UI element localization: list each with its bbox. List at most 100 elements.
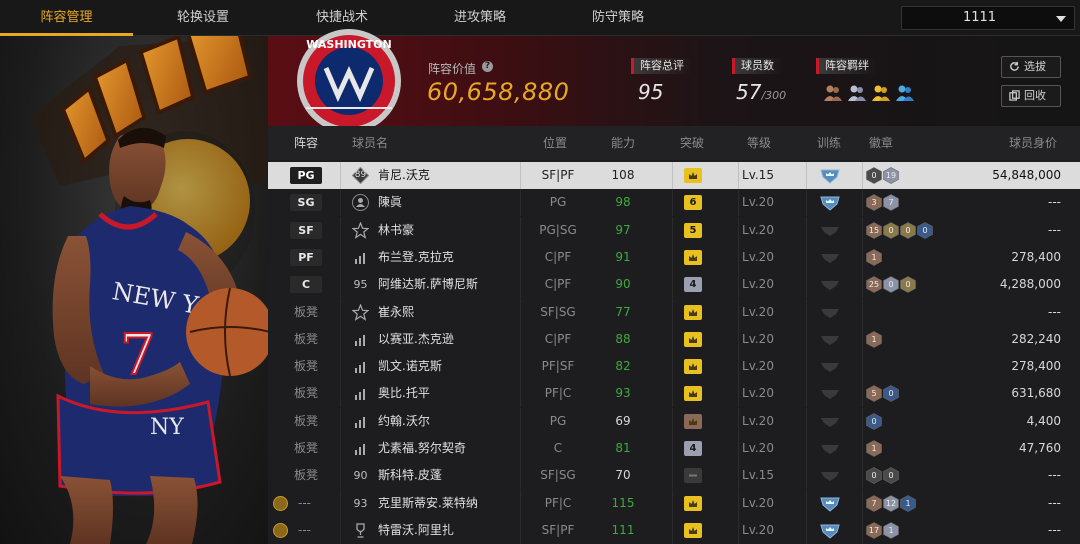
training-inactive-icon[interactable] <box>819 222 841 239</box>
badge-blue-icon[interactable]: 1 <box>900 494 916 512</box>
training-active-icon[interactable] <box>819 495 841 512</box>
badge-bronze-icon[interactable]: 5 <box>866 385 882 403</box>
training-inactive-icon[interactable] <box>819 385 841 402</box>
badge-silver-icon[interactable]: 12 <box>883 494 899 512</box>
column-divider <box>862 243 863 271</box>
column-lineup[interactable]: 阵容 <box>294 126 318 160</box>
table-row[interactable]: --- 93 克里斯蒂安.莱特纳 PF|C 115 Lv.20 7 12 1 --- <box>268 489 1080 517</box>
shield-glyph <box>821 281 839 291</box>
bond-gold-icon[interactable] <box>871 84 891 102</box>
breakthrough-icon <box>684 331 702 347</box>
scout-button[interactable]: 选拔 <box>1001 56 1061 78</box>
table-row[interactable]: 板凳 90 斯科特.皮蓬 SF|SG 70 Lv.15 0 0 --- <box>268 462 1080 490</box>
shield-glyph <box>821 253 839 263</box>
training-inactive-icon[interactable] <box>819 467 841 484</box>
table-row[interactable]: 板凳 约翰.沃尔 PG 69 Lv.20 0 4,400 <box>268 407 1080 435</box>
table-row[interactable]: PF 布兰登.克拉克 C|PF 91 Lv.20 1 278,400 <box>268 243 1080 271</box>
recycle-button-label: 回收 <box>1024 89 1046 102</box>
column-divider <box>862 162 863 189</box>
roster-selector[interactable]: 1111 <box>901 6 1075 30</box>
badge-blue-icon[interactable]: 0 <box>917 221 933 239</box>
column-divider <box>340 516 341 544</box>
badge-bronze-icon[interactable]: 1 <box>866 249 882 266</box>
crown-icon <box>689 172 697 179</box>
badge-silver-icon[interactable]: 7 <box>883 194 899 212</box>
crown-icon <box>689 308 697 316</box>
bond-blue-icon[interactable] <box>895 84 915 102</box>
column-position[interactable]: 位置 <box>543 126 567 160</box>
badge-count: 1 <box>871 444 877 453</box>
help-icon[interactable]: ? <box>482 61 493 72</box>
bars-glyph <box>355 362 365 374</box>
reserve-icon <box>273 522 288 538</box>
training-inactive-icon[interactable] <box>819 413 841 430</box>
column-divider <box>340 407 341 435</box>
shield-glyph <box>820 169 840 184</box>
column-divider <box>672 353 673 381</box>
training-inactive-icon[interactable] <box>819 249 841 266</box>
training-inactive-icon[interactable] <box>819 276 841 293</box>
shield-glyph <box>820 524 840 539</box>
crown-icon <box>689 335 697 343</box>
badge-bronze-icon[interactable]: 1 <box>866 330 882 348</box>
column-level[interactable]: 等级 <box>747 126 771 160</box>
training-inactive-icon[interactable] <box>819 304 841 321</box>
badge-gray-icon[interactable]: 0 <box>883 467 899 485</box>
column-breakthrough[interactable]: 突破 <box>680 126 704 160</box>
badge-blue-icon[interactable]: 0 <box>883 385 899 403</box>
badge-bronze-icon[interactable]: 1 <box>866 440 882 457</box>
breakthrough-level: 4 <box>684 441 702 456</box>
tab-offense-strategy[interactable]: 进攻策略 <box>411 0 549 36</box>
column-player-name[interactable]: 球员名 <box>352 126 388 160</box>
table-row[interactable]: SG 陳眞 PG 98 6 Lv.20 3 7 --- <box>268 189 1080 217</box>
column-divider <box>806 298 807 326</box>
training-active-icon[interactable] <box>819 167 841 184</box>
table-row[interactable]: 板凳 以赛亚.杰克逊 C|PF 88 Lv.20 1 282,240 <box>268 325 1080 353</box>
badge-bronze-icon[interactable]: 17 <box>866 522 882 539</box>
table-row[interactable]: 板凳 崔永熙 SF|SG 77 Lv.20 --- <box>268 298 1080 326</box>
tab-defense-strategy[interactable]: 防守策略 <box>549 0 687 36</box>
bond-silver-icon[interactable] <box>847 84 867 102</box>
table-row[interactable]: C 95 阿维达斯.萨博尼斯 C|PF 90 4 Lv.20 25 0 0 4,288,000 <box>268 271 1080 299</box>
table-row[interactable]: --- 特雷沃.阿里扎 SF|PF 111 Lv.20 17 1 --- <box>268 516 1080 544</box>
recycle-button[interactable]: 回收 <box>1001 85 1061 107</box>
badge-bronze-icon[interactable]: 3 <box>866 194 882 212</box>
breakthrough-level: 5 <box>684 222 702 238</box>
table-row[interactable]: 板凳 奥比.托平 PF|C 93 Lv.20 5 0 631,680 <box>268 380 1080 408</box>
training-inactive-icon[interactable] <box>819 331 841 348</box>
badge-bronze-icon[interactable]: 15 <box>866 221 882 239</box>
badge-silver-icon[interactable]: 1 <box>883 522 899 539</box>
player-salary: --- <box>1048 495 1061 510</box>
breakthrough-icon <box>684 304 702 320</box>
training-active-icon[interactable] <box>819 522 841 539</box>
table-row[interactable]: 板凳 尤素福.努尔契奇 C 81 4 Lv.20 1 47,760 <box>268 435 1080 462</box>
breakthrough-icon <box>684 386 702 402</box>
tab-rotation-settings[interactable]: 轮换设置 <box>133 0 273 36</box>
training-active-icon[interactable] <box>819 194 841 211</box>
badge-gold-icon[interactable]: 0 <box>900 221 916 239</box>
table-row[interactable]: SF 林书豪 PG|SG 97 5 Lv.20 15 0 0 0 --- <box>268 216 1080 244</box>
badge-gray-icon[interactable]: 0 <box>866 467 882 485</box>
player-rating: 77 <box>615 304 631 319</box>
badge-count: 17 <box>868 525 880 535</box>
badge-silver-icon[interactable]: 0 <box>883 276 899 294</box>
column-salary[interactable]: 球员身价 <box>1009 126 1057 160</box>
table-row[interactable]: PG 89 肯尼.沃克 SF|PF 108 Lv.15 0 19 54,848,000 <box>268 162 1080 189</box>
badge-silver-icon[interactable]: 19 <box>883 167 899 184</box>
column-divider <box>806 407 807 435</box>
badge-gold-icon[interactable]: 0 <box>883 221 899 239</box>
column-badges[interactable]: 徽章 <box>869 126 893 160</box>
badge-bronze-icon[interactable]: 7 <box>866 494 882 512</box>
badge-gray-icon[interactable]: 0 <box>866 167 882 184</box>
badge-blue-icon[interactable]: 0 <box>866 412 882 430</box>
training-inactive-icon[interactable] <box>819 358 841 375</box>
column-training[interactable]: 训练 <box>817 126 841 160</box>
table-row[interactable]: 板凳 凯文.诺克斯 PF|SF 82 Lv.20 278,400 <box>268 353 1080 381</box>
tab-lineup-management[interactable]: 阵容管理 <box>0 0 133 36</box>
bond-bronze-icon[interactable] <box>823 84 843 102</box>
slot-label: --- <box>298 495 311 510</box>
column-rating[interactable]: 能力 <box>611 126 635 160</box>
badge-bronze-icon[interactable]: 25 <box>866 276 882 294</box>
badge-gold-icon[interactable]: 0 <box>900 276 916 294</box>
training-inactive-icon[interactable] <box>819 440 841 457</box>
